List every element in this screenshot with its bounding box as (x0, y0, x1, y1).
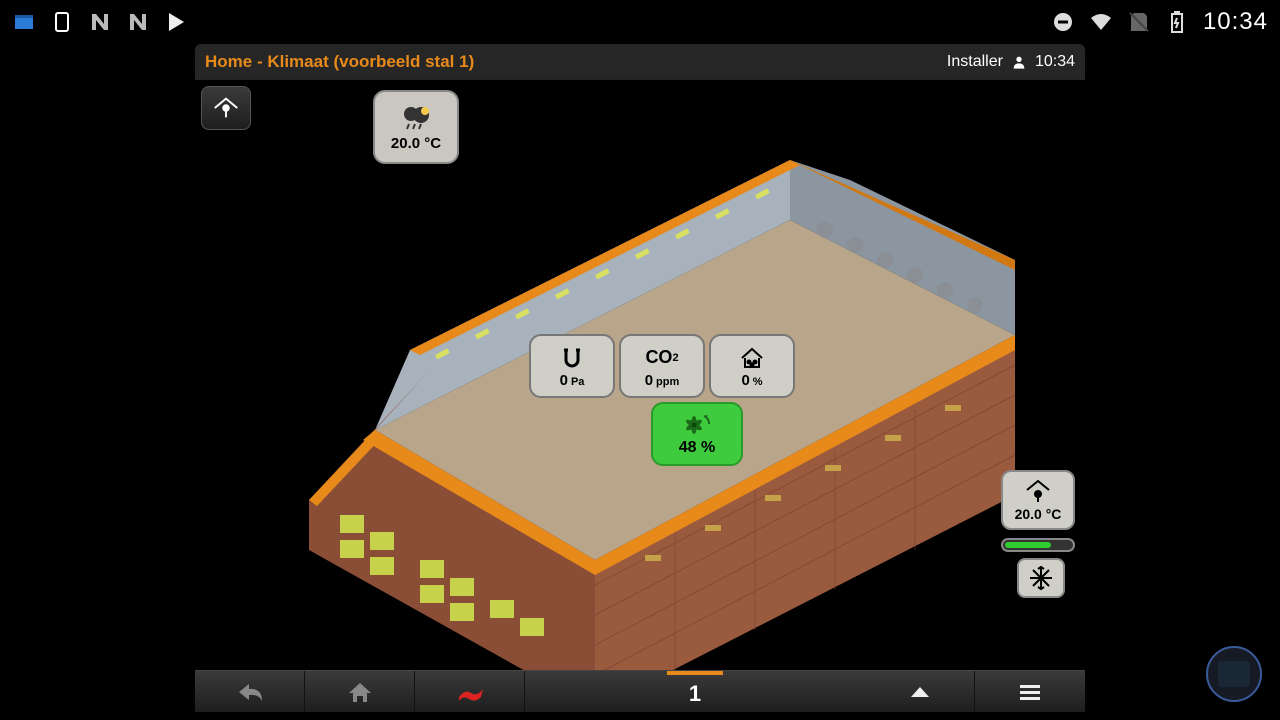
android-status-bar: 10:34 (0, 0, 1280, 44)
back-button[interactable] (195, 671, 305, 712)
ventilation-tile[interactable]: 48 % (651, 402, 743, 466)
no-sim-icon (1127, 10, 1151, 34)
dnd-icon (1051, 10, 1075, 34)
n-icon-1 (88, 10, 112, 34)
header-user[interactable]: Installer 10:34 (947, 53, 1075, 71)
rain-cloud-icon (399, 103, 433, 131)
home-button[interactable] (305, 671, 415, 712)
status-left (12, 10, 188, 34)
temp-progress-fill (1005, 542, 1051, 548)
app-window: Home - Klimaat (voorbeeld stal 1) Instal… (195, 44, 1085, 712)
main-view: 20.0 °C (195, 80, 1085, 670)
humidity-tile[interactable]: 0% (709, 334, 795, 398)
sensor-row: 0Pa CO2 0ppm 0% (529, 334, 795, 398)
fan-value: 48 % (679, 439, 715, 457)
play-store-icon (164, 10, 188, 34)
header-time: 10:34 (1035, 53, 1075, 71)
pressure-value: 0Pa (560, 372, 585, 389)
floating-assist-button[interactable] (1206, 646, 1262, 702)
wifi-icon (1089, 10, 1113, 34)
indoor-temp-value: 20.0 °C (1015, 506, 1062, 522)
person-icon (1011, 54, 1027, 70)
page-title: Home - Klimaat (voorbeeld stal 1) (205, 52, 474, 72)
barn-3d-building (245, 140, 1035, 700)
snowflake-icon (1028, 565, 1054, 591)
battery-charging-icon (1165, 10, 1189, 34)
house-temp-button[interactable] (201, 86, 251, 130)
humidity-value: 0% (741, 372, 762, 389)
nav-spacer-left (525, 671, 667, 712)
user-role-label: Installer (947, 53, 1003, 71)
page-indicator[interactable]: 1 (667, 671, 723, 712)
bottom-nav: 1 (195, 670, 1085, 712)
co2-value: 0ppm (645, 372, 680, 389)
app-header: Home - Klimaat (voorbeeld stal 1) Instal… (195, 44, 1085, 80)
co2-label-icon: CO2 (645, 344, 678, 372)
co2-tile[interactable]: CO2 0ppm (619, 334, 705, 398)
flag-button[interactable] (415, 671, 525, 712)
up-button[interactable] (865, 671, 975, 712)
nav-spacer-right (723, 671, 865, 712)
n-icon-2 (126, 10, 150, 34)
status-right: 10:34 (1051, 8, 1268, 36)
fan-icon (682, 411, 712, 439)
temp-progress-bar (1001, 538, 1075, 552)
status-time: 10:34 (1203, 8, 1268, 36)
cooling-tile[interactable] (1017, 558, 1065, 598)
house-humidity-icon (739, 344, 765, 372)
house-thermometer-icon (1024, 478, 1052, 504)
indoor-temp-tile[interactable]: 20.0 °C (1001, 470, 1075, 530)
file-manager-icon (12, 10, 36, 34)
menu-button[interactable] (975, 671, 1085, 712)
assist-inner-icon (1218, 661, 1250, 687)
screen-rotate-icon (50, 10, 74, 34)
pressure-tile[interactable]: 0Pa (529, 334, 615, 398)
magnet-icon (560, 344, 584, 372)
